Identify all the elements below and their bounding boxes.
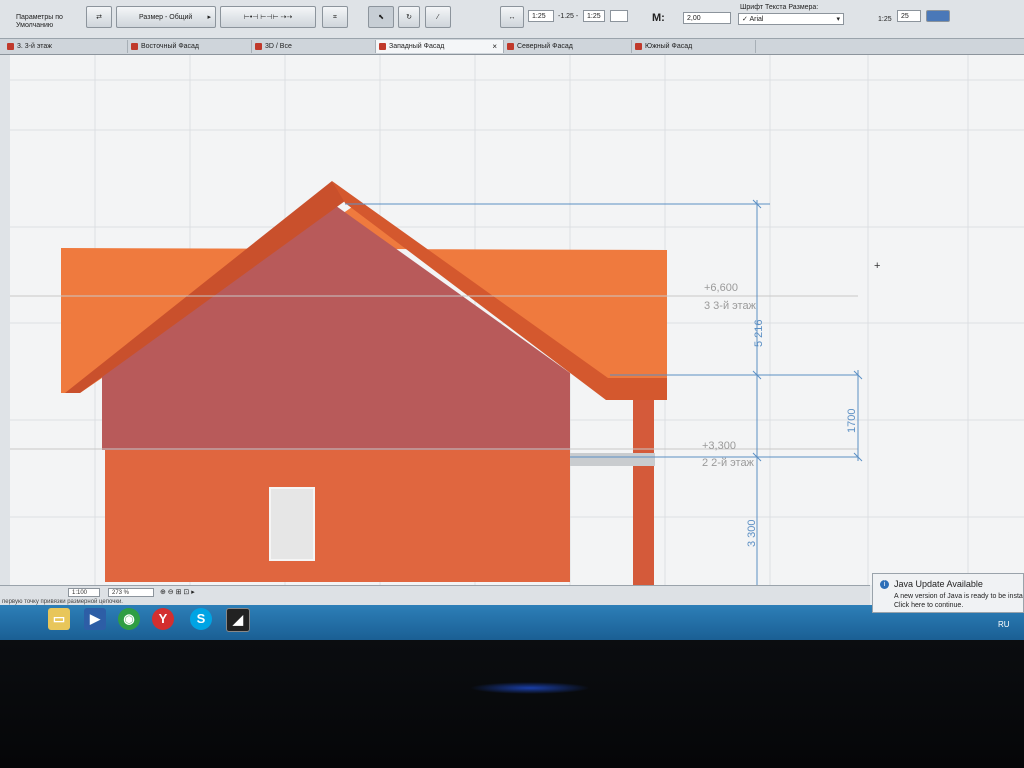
- size-label: 1:25: [878, 16, 892, 23]
- pen-color-swatch[interactable]: [926, 10, 950, 22]
- porch-column: [633, 400, 654, 585]
- tab-east-facade[interactable]: Восточный Фасад: [128, 40, 252, 53]
- dimension-type-dropdown[interactable]: Размер - Общий ▸: [116, 6, 216, 28]
- view-tabs: 3. 3-й этаж Восточный Фасад 3D / Все Зап…: [0, 39, 1024, 55]
- notif-title: Java Update Available: [894, 579, 983, 589]
- arrow-style-icon[interactable]: ↔: [500, 6, 524, 28]
- font-value: Arial: [749, 16, 764, 23]
- tab-label: 3. 3-й этаж: [17, 43, 52, 50]
- toolbar: Параметры по Умолчанию ⇄ Размер - Общий …: [0, 0, 1024, 39]
- skype-icon[interactable]: S: [190, 608, 212, 630]
- facade-icon: [507, 43, 514, 50]
- zoom-controls[interactable]: ⊕ ⊖ ⊞ ⊡ ▸: [160, 588, 195, 596]
- snap-icon[interactable]: ⌗: [322, 6, 348, 28]
- dim-type-label: Размер - Общий: [139, 14, 193, 21]
- level-2-name: 2 2-й этаж: [702, 457, 755, 469]
- scale-mid-label: -1.25 -: [558, 13, 579, 20]
- tab-label: 3D / Все: [265, 43, 292, 50]
- power-led-glow: [470, 682, 590, 694]
- media-player-icon[interactable]: ▶: [84, 608, 106, 630]
- drawing-canvas[interactable]: + +6,600 3 3-й этаж +3,300 2 2-й этаж 5 …: [10, 55, 1024, 585]
- tab-label: Восточный Фасад: [141, 43, 200, 50]
- dimension-5216: 5 216: [753, 319, 765, 347]
- dimension-1700: 1700: [846, 409, 858, 433]
- tab-3d[interactable]: 3D / Все: [252, 40, 376, 53]
- archicad-icon[interactable]: ◢: [226, 608, 250, 632]
- font-label: Шрифт Текста Размера:: [740, 4, 819, 11]
- check-icon: ✓: [742, 16, 748, 23]
- chrome-icon[interactable]: ◉: [118, 608, 140, 630]
- params-label-2: Умолчанию: [16, 22, 54, 29]
- java-update-notification[interactable]: i Java Update Available A new version of…: [872, 573, 1024, 613]
- facade-icon: [635, 43, 642, 50]
- screen: Параметры по Умолчанию ⇄ Размер - Общий …: [0, 0, 1024, 640]
- dimension-tool-button[interactable]: ⇄: [86, 6, 112, 28]
- zoom-field[interactable]: 273 %: [108, 588, 154, 597]
- cursor-tool-button[interactable]: ⬉: [368, 6, 394, 28]
- chevron-down-icon: ▾: [836, 16, 840, 23]
- dimension-chain-options[interactable]: ⊢•⊣ ⊢⊣⊢ ⇢⇢: [220, 6, 316, 28]
- language-indicator[interactable]: RU: [998, 620, 1010, 629]
- elevation-drawing: + +6,600 3 3-й этаж +3,300 2 2-й этаж 5 …: [10, 55, 1024, 585]
- crosshair: +: [874, 260, 880, 272]
- facade-icon: [379, 43, 386, 50]
- notif-line-1: A new version of Java is ready to be ins…: [894, 593, 1023, 600]
- level-3-name: 3 3-й этаж: [704, 300, 757, 312]
- notif-line-2: Click here to continue.: [894, 602, 964, 609]
- gable-wall: [102, 203, 570, 450]
- tab-floor-3[interactable]: 3. 3-й этаж: [4, 40, 128, 53]
- porch-beam: [570, 453, 655, 466]
- size-field[interactable]: 25: [897, 10, 921, 22]
- m-value-field[interactable]: 2,00: [683, 12, 731, 24]
- line-style-icon[interactable]: ⁄: [425, 6, 451, 28]
- params-label-1: Параметры по: [16, 14, 63, 21]
- yandex-icon[interactable]: Y: [152, 608, 174, 630]
- facade-icon: [131, 43, 138, 50]
- scale-right-field[interactable]: 1:25: [583, 10, 605, 22]
- level-3-elevation: +6,600: [704, 282, 738, 294]
- monitor-bezel: [0, 640, 1024, 768]
- tab-west-facade[interactable]: Западный Фасад ×: [376, 40, 504, 53]
- scale-field[interactable]: 1:100: [68, 588, 100, 597]
- lower-wall: [105, 450, 570, 582]
- scale-left-field[interactable]: 1:25: [528, 10, 554, 22]
- tab-label: Южный Фасад: [645, 43, 693, 50]
- folder-icon[interactable]: ▭: [48, 608, 70, 630]
- 3d-icon: [255, 43, 262, 50]
- level-2-elevation: +3,300: [702, 440, 736, 452]
- close-icon[interactable]: ×: [492, 40, 497, 53]
- rotate-icon[interactable]: ↻: [398, 6, 420, 28]
- tab-north-facade[interactable]: Северный Фасад: [504, 40, 632, 53]
- m-label: M:: [652, 12, 665, 24]
- chevron-right-icon: ▸: [207, 14, 211, 21]
- tab-south-facade[interactable]: Южный Фасад: [632, 40, 756, 53]
- floorplan-icon: [7, 43, 14, 50]
- tab-label: Западный Фасад: [389, 43, 445, 50]
- windows-taskbar: ▭ ▶ ◉ Y S ◢ RU: [0, 605, 1024, 640]
- scale-extra-field[interactable]: [610, 10, 628, 22]
- info-icon: i: [880, 580, 889, 589]
- dimension-3300: 3 300: [746, 519, 758, 547]
- tab-label: Северный Фасад: [517, 43, 573, 50]
- font-select[interactable]: ✓ Arial ▾: [738, 13, 844, 25]
- window: [269, 487, 315, 561]
